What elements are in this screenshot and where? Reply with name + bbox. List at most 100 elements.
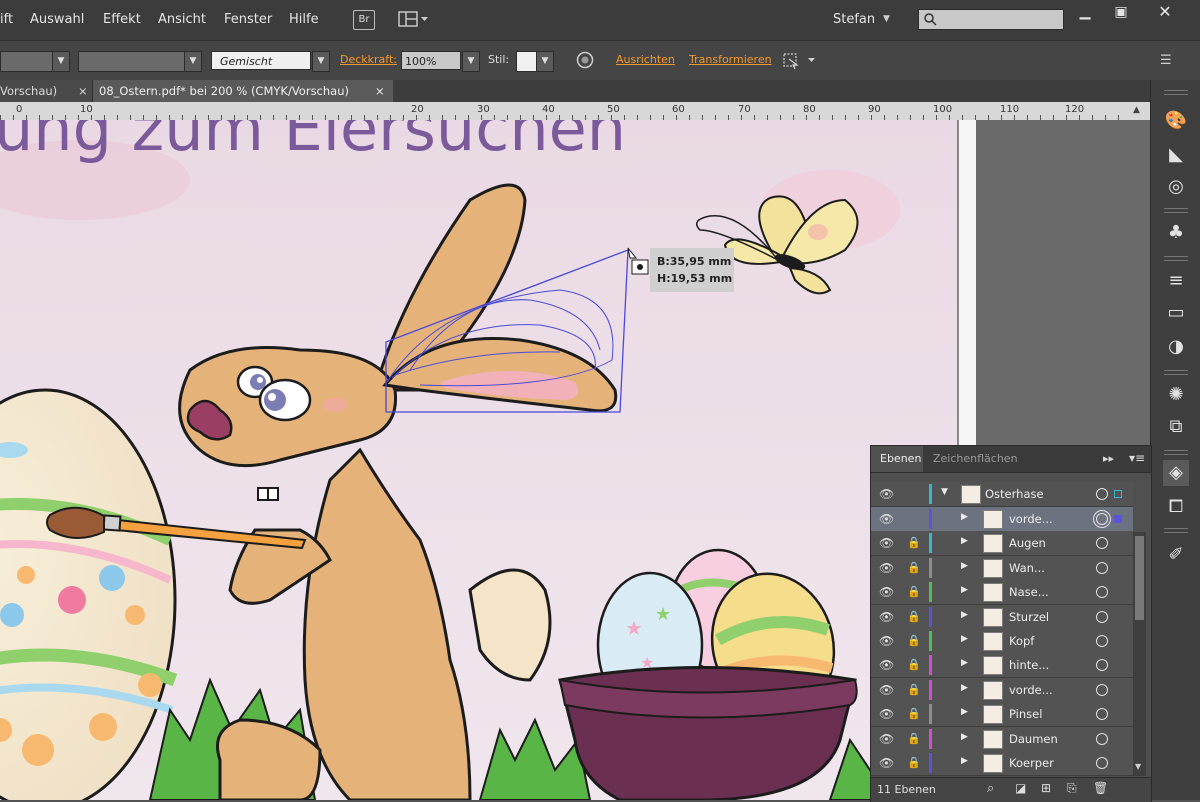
layer-row[interactable]: 👁 🔒 ▶ Koerper <box>871 751 1133 776</box>
lock-icon[interactable]: 🔒 <box>907 634 921 647</box>
dock-grip[interactable] <box>1164 450 1188 455</box>
eye-icon[interactable]: 👁 <box>879 658 894 672</box>
triangle-right-icon[interactable]: ▶ <box>961 707 968 717</box>
target-circle-icon[interactable] <box>1096 757 1108 769</box>
selection-indicator[interactable] <box>1114 515 1122 523</box>
target-circle-icon[interactable] <box>1096 586 1108 599</box>
clipping-mask-icon[interactable]: ◪ <box>1015 781 1026 795</box>
trash-icon[interactable]: 🗑 <box>1093 781 1108 795</box>
workspace-user-menu[interactable]: Stefan <box>833 12 875 27</box>
triangle-right-icon[interactable]: ▶ <box>961 756 968 766</box>
menu-item-fenster[interactable]: Fenster <box>224 12 272 27</box>
opacity-field[interactable]: 100% <box>401 51 461 70</box>
target-circle-icon[interactable] <box>1096 732 1108 745</box>
scroll-up-arrow-icon[interactable]: ▲ <box>1133 105 1140 115</box>
layer-row[interactable]: 👁 🔒 ▶ hinte... <box>871 653 1133 679</box>
close-icon[interactable]: × <box>78 80 88 102</box>
layer-row-osterhase[interactable]: 👁 ▼ Osterhase <box>871 482 1133 507</box>
triangle-right-icon[interactable]: ▶ <box>961 536 968 546</box>
search-field[interactable] <box>918 9 1064 30</box>
layer-row[interactable]: 👁 🔒 ▶ Wan... <box>871 555 1133 581</box>
triangle-right-icon[interactable]: ▶ <box>961 561 968 571</box>
dock-grip[interactable] <box>1164 208 1188 213</box>
stroke-field[interactable] <box>0 51 54 72</box>
triangle-right-icon[interactable]: ▶ <box>961 512 968 522</box>
disclosure-triangle-down-icon[interactable]: ▼ <box>941 487 948 497</box>
style-dropdown[interactable]: ▼ <box>312 51 330 72</box>
scrollbar-thumb[interactable] <box>1135 536 1144 620</box>
menu-item-auswahl[interactable]: Auswahl <box>30 12 84 27</box>
bridge-button[interactable]: Br <box>353 10 375 30</box>
layer-row[interactable]: 👁 🔒 ▶ Daumen <box>871 726 1133 752</box>
triangle-right-icon[interactable]: ▶ <box>961 732 968 742</box>
transform-link[interactable]: Transformieren <box>689 53 772 66</box>
tab-previous-document[interactable]: Vorschau) × <box>0 80 93 102</box>
layer-row[interactable]: 👁 🔒 ▶ Nase... <box>871 580 1133 606</box>
layer-row[interactable]: 👁 🔒 ▶ Sturzel <box>871 604 1133 630</box>
tab-layers[interactable]: Ebenen <box>871 446 923 472</box>
artboards-panel-icon[interactable]: ⧠ <box>1163 494 1189 520</box>
export-icon[interactable]: ⧉ <box>1163 414 1189 440</box>
menu-item-ansicht[interactable]: Ansicht <box>158 12 206 27</box>
layers-panel-icon[interactable]: ◈ <box>1163 460 1189 486</box>
eye-icon[interactable]: 👁 <box>879 707 894 721</box>
panel-menu-icon[interactable]: ☰ <box>1160 53 1172 68</box>
align-link[interactable]: Ausrichten <box>616 53 675 66</box>
layer-row[interactable]: 👁 ▶ vorde... <box>871 507 1133 532</box>
appearance-panel-icon[interactable]: ◎ <box>1163 174 1189 200</box>
symbols-panel-icon[interactable]: ♣ <box>1163 220 1189 246</box>
triangle-right-icon[interactable]: ▶ <box>961 683 968 693</box>
tab-artboards[interactable]: Zeichenflächen <box>927 446 1047 472</box>
tab-active-document[interactable]: 08_Ostern.pdf* bei 200 % (CMYK/Vorschau)… <box>93 80 393 102</box>
eye-icon[interactable]: 👁 <box>879 683 894 697</box>
triangle-right-icon[interactable]: ▶ <box>961 610 968 620</box>
layer-row[interactable]: 👁 🔒 ▶ Kopf <box>871 629 1133 654</box>
color-guide-icon[interactable]: 🎨 <box>1163 108 1189 134</box>
new-sublayer-icon[interactable]: ⊞ <box>1041 781 1051 795</box>
menu-item-effekt[interactable]: Effekt <box>103 12 141 27</box>
isolate-button[interactable] <box>781 51 817 72</box>
recolor-button[interactable] <box>576 51 594 72</box>
target-circle-icon[interactable] <box>1096 537 1108 550</box>
target-circle-icon[interactable] <box>1096 513 1108 525</box>
lock-icon[interactable]: 🔒 <box>907 756 921 769</box>
triangle-right-icon[interactable]: ▶ <box>961 585 968 595</box>
target-circle-icon[interactable] <box>1096 561 1108 574</box>
style-select[interactable]: Gemischt <box>211 51 311 70</box>
opacity-dropdown[interactable]: ▼ <box>462 51 480 72</box>
maximize-button[interactable]: ▣ <box>1104 2 1138 22</box>
eye-icon[interactable]: 👁 <box>879 634 894 648</box>
eye-icon[interactable]: 👁 <box>879 585 894 599</box>
target-circle-icon[interactable] <box>1096 683 1108 696</box>
selection-indicator[interactable] <box>1114 490 1122 498</box>
eye-icon[interactable]: 👁 <box>879 756 894 770</box>
triangle-right-icon[interactable]: ▶ <box>961 658 968 668</box>
eye-icon[interactable]: 👁 <box>879 487 894 501</box>
menu-item-hilfe[interactable]: Hilfe <box>289 12 319 27</box>
stroke-weight-field[interactable] <box>78 51 186 72</box>
graphic-styles-icon[interactable]: ✺ <box>1163 382 1189 408</box>
layer-row[interactable]: 👁 🔒 ▶ Augen <box>871 531 1133 557</box>
dock-grip[interactable] <box>1164 528 1188 533</box>
lock-icon[interactable]: 🔒 <box>907 658 921 671</box>
horizontal-ruler[interactable]: 0 10 20 30 40 50 60 70 80 90 100 110 120… <box>0 102 1150 121</box>
layer-row[interactable]: 👁 🔒 ▶ Pinsel <box>871 702 1133 728</box>
scroll-down-icon[interactable]: ▼ <box>1135 762 1141 771</box>
stroke-dropdown[interactable]: ▼ <box>52 51 70 72</box>
eye-icon[interactable]: 👁 <box>879 536 894 550</box>
target-circle-icon[interactable] <box>1096 488 1108 500</box>
eye-icon[interactable]: 👁 <box>879 610 894 624</box>
target-circle-icon[interactable] <box>1096 708 1108 721</box>
brushes-panel-icon[interactable]: ✐ <box>1163 542 1189 568</box>
target-circle-icon[interactable] <box>1096 659 1108 672</box>
target-circle-icon[interactable] <box>1096 610 1108 623</box>
layer-row[interactable]: 👁 🔒 ▶ vorde... <box>871 677 1133 703</box>
lock-icon[interactable]: 🔒 <box>907 683 921 696</box>
lock-icon[interactable]: 🔒 <box>907 536 921 549</box>
arrange-documents-button[interactable] <box>398 11 428 27</box>
lock-icon[interactable]: 🔒 <box>907 610 921 623</box>
locate-object-icon[interactable]: ⌕ <box>987 781 994 796</box>
dock-grip[interactable] <box>1164 256 1188 261</box>
dock-grip[interactable] <box>1164 370 1188 375</box>
eye-icon[interactable]: 👁 <box>879 561 894 575</box>
